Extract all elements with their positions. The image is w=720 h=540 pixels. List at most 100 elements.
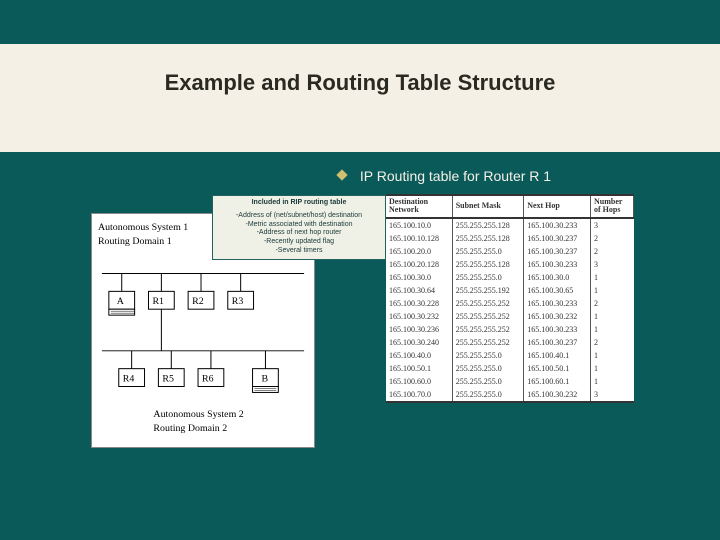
table-cell: 1 (591, 323, 634, 336)
rip-line-4: -Several timers (215, 247, 383, 256)
rd1-label: Routing Domain 1 (98, 236, 172, 247)
col-mask: Subnet Mask (452, 195, 523, 218)
table-cell: 165.100.30.64 (386, 284, 452, 297)
table-row: 165.100.60.0255.255.255.0165.100.60.11 (386, 375, 634, 388)
table-cell: 165.100.60.0 (386, 375, 452, 388)
table-cell: 2 (591, 245, 634, 258)
node-R4: R4 (119, 351, 145, 387)
node-R6: R6 (198, 351, 224, 387)
table-cell: 165.100.10.0 (386, 218, 452, 232)
table-cell: 165.100.30.233 (524, 218, 591, 232)
table-cell: 165.100.30.236 (386, 323, 452, 336)
table-cell: 255.255.255.0 (452, 375, 523, 388)
table-cell: 165.100.20.0 (386, 245, 452, 258)
table-cell: 255.255.255.0 (452, 362, 523, 375)
node-R3: R3 (228, 274, 254, 310)
as1-label: Autonomous System 1 (98, 222, 188, 233)
table-cell: 165.100.30.237 (524, 336, 591, 349)
table-cell: 2 (591, 336, 634, 349)
bullet-diamond-icon (336, 169, 347, 180)
slide-root: Example and Routing Table Structure IP R… (0, 0, 720, 540)
table-cell: 255.255.255.128 (452, 258, 523, 271)
table-cell: 165.100.30.233 (524, 323, 591, 336)
table-row: 165.100.20.128255.255.255.128165.100.30.… (386, 258, 634, 271)
table-cell: 255.255.255.0 (452, 245, 523, 258)
table-cell: 255.255.255.128 (452, 218, 523, 232)
rd2-label: Routing Domain 2 (153, 423, 227, 434)
col-destination: DestinationNetwork (386, 195, 452, 218)
table-cell: 1 (591, 271, 634, 284)
rip-line-1: -Metric associated with destination (215, 221, 383, 230)
node-R2: R2 (188, 274, 214, 310)
table-cell: 255.255.255.192 (452, 284, 523, 297)
table-row: 165.100.10.128255.255.255.128165.100.30.… (386, 232, 634, 245)
table-cell: 1 (591, 375, 634, 388)
table-cell: 165.100.50.1 (386, 362, 452, 375)
table-cell: 165.100.30.232 (524, 388, 591, 402)
rip-line-3: -Recently updated flag (215, 238, 383, 247)
table-cell: 165.100.10.128 (386, 232, 452, 245)
svg-text:R3: R3 (232, 296, 244, 307)
table-cell: 1 (591, 362, 634, 375)
svg-text:R4: R4 (123, 374, 135, 385)
table-cell: 3 (591, 258, 634, 271)
table-cell: 165.100.50.1 (524, 362, 591, 375)
table-row: 165.100.20.0255.255.255.0165.100.30.2372 (386, 245, 634, 258)
node-A: A (109, 274, 135, 316)
table-cell: 165.100.30.233 (524, 258, 591, 271)
svg-text:R5: R5 (162, 374, 174, 385)
table-cell: 255.255.255.0 (452, 388, 523, 402)
rip-info-box: Included in RIP routing table -Address o… (212, 195, 386, 260)
routing-table-grid: DestinationNetwork Subnet Mask Next Hop … (386, 194, 634, 403)
table-cell: 255.255.255.0 (452, 271, 523, 284)
rip-line-2: -Address of next hop router (215, 229, 383, 238)
table-cell: 3 (591, 218, 634, 232)
table-row: 165.100.50.1255.255.255.0165.100.50.11 (386, 362, 634, 375)
subtitle-line: IP Routing table for Router R 1 (338, 168, 551, 184)
slide-title: Example and Routing Table Structure (0, 70, 720, 96)
table-cell: 2 (591, 297, 634, 310)
table-cell: 165.100.30.0 (524, 271, 591, 284)
table-cell: 165.100.30.65 (524, 284, 591, 297)
table-row: 165.100.30.64255.255.255.192165.100.30.6… (386, 284, 634, 297)
table-cell: 255.255.255.0 (452, 349, 523, 362)
table-row: 165.100.40.0255.255.255.0165.100.40.11 (386, 349, 634, 362)
table-cell: 255.255.255.252 (452, 310, 523, 323)
table-cell: 255.255.255.128 (452, 232, 523, 245)
table-cell: 255.255.255.252 (452, 323, 523, 336)
as2-label: Autonomous System 2 (153, 409, 243, 420)
subtitle-text: IP Routing table for Router R 1 (360, 168, 551, 184)
table-cell: 1 (591, 284, 634, 297)
svg-text:B: B (261, 374, 268, 385)
table-header-row: DestinationNetwork Subnet Mask Next Hop … (386, 195, 634, 218)
table-cell: 255.255.255.252 (452, 297, 523, 310)
table-cell: 165.100.20.128 (386, 258, 452, 271)
table-cell: 165.100.30.240 (386, 336, 452, 349)
table-row: 165.100.30.240255.255.255.252165.100.30.… (386, 336, 634, 349)
col-hops: Numberof Hops (591, 195, 634, 218)
table-cell: 165.100.30.232 (386, 310, 452, 323)
svg-text:R6: R6 (202, 374, 214, 385)
table-cell: 2 (591, 232, 634, 245)
title-band (0, 44, 720, 152)
table-row: 165.100.30.228255.255.255.252165.100.30.… (386, 297, 634, 310)
table-cell: 255.255.255.252 (452, 336, 523, 349)
table-row: 165.100.30.232255.255.255.252165.100.30.… (386, 310, 634, 323)
table-cell: 165.100.30.228 (386, 297, 452, 310)
table-cell: 165.100.70.0 (386, 388, 452, 402)
table-row: 165.100.30.236255.255.255.252165.100.30.… (386, 323, 634, 336)
svg-text:R1: R1 (152, 296, 164, 307)
table-cell: 165.100.30.233 (524, 297, 591, 310)
rip-line-0: -Address of (net/subnet/host) destinatio… (215, 212, 383, 221)
table-row: 165.100.30.0255.255.255.0165.100.30.01 (386, 271, 634, 284)
node-R5: R5 (158, 351, 184, 387)
table-cell: 165.100.30.237 (524, 245, 591, 258)
col-nexthop: Next Hop (524, 195, 591, 218)
table-cell: 165.100.30.232 (524, 310, 591, 323)
node-B: B (253, 351, 279, 393)
svg-text:R2: R2 (192, 296, 204, 307)
table-cell: 165.100.40.1 (524, 349, 591, 362)
routing-table: DestinationNetwork Subnet Mask Next Hop … (386, 194, 634, 403)
table-cell: 165.100.40.0 (386, 349, 452, 362)
table-cell: 1 (591, 310, 634, 323)
